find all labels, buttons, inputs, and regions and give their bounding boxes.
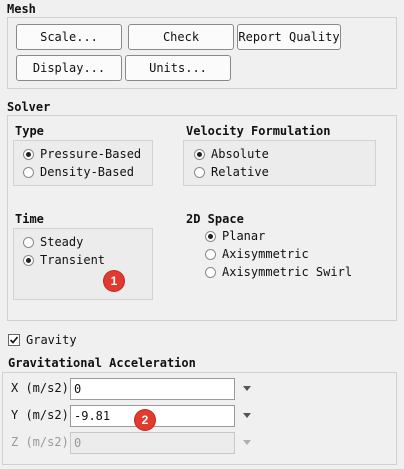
annotation-badge-1: 1 xyxy=(104,271,124,291)
radio-transient[interactable]: Transient xyxy=(23,252,105,268)
radio-label: Axisymmetric Swirl xyxy=(222,265,353,279)
radio-label: Planar xyxy=(222,229,266,243)
z-acceleration-label: Z (m/s2) xyxy=(11,435,69,449)
mesh-panel: Scale... Check Report Quality Display...… xyxy=(7,17,397,89)
radio-selected-icon xyxy=(23,254,34,266)
radio-axisymmetric[interactable]: Axisymmetric xyxy=(205,246,309,262)
2d-space-title: 2D Space xyxy=(186,212,244,226)
report-quality-button[interactable]: Report Quality xyxy=(237,24,341,50)
radio-label: Axisymmetric xyxy=(222,247,309,261)
radio-unselected-icon xyxy=(205,248,216,260)
radio-absolute[interactable]: Absolute xyxy=(194,146,269,162)
gravitational-acceleration-title: Gravitational Acceleration xyxy=(8,356,196,370)
radio-relative[interactable]: Relative xyxy=(194,164,269,180)
time-group-title: Time xyxy=(15,212,44,226)
velocity-formulation-title: Velocity Formulation xyxy=(186,124,331,138)
radio-pressure-based[interactable]: Pressure-Based xyxy=(23,146,141,162)
gravity-label: Gravity xyxy=(26,333,77,347)
radio-selected-icon xyxy=(194,148,205,160)
mesh-section-title: Mesh xyxy=(7,2,36,16)
y-acceleration-label: Y (m/s2) xyxy=(11,408,69,422)
radio-label: Relative xyxy=(211,165,269,179)
radio-label: Density-Based xyxy=(40,165,134,179)
annotation-badge-2: 2 xyxy=(135,410,155,430)
gravity-checkbox[interactable] xyxy=(8,334,20,346)
check-button[interactable]: Check xyxy=(128,24,234,50)
radio-selected-icon xyxy=(23,148,34,160)
x-dropdown-icon[interactable] xyxy=(243,386,251,391)
units-button[interactable]: Units... xyxy=(125,55,231,81)
radio-unselected-icon xyxy=(205,266,216,278)
z-acceleration-input: 0 xyxy=(70,432,235,454)
x-acceleration-label: X (m/s2) xyxy=(11,381,69,395)
solver-section-title: Solver xyxy=(7,100,51,114)
radio-unselected-icon xyxy=(23,166,34,178)
display-button[interactable]: Display... xyxy=(16,55,122,81)
radio-label: Steady xyxy=(40,235,84,249)
scale-button[interactable]: Scale... xyxy=(16,24,122,50)
radio-label: Absolute xyxy=(211,147,269,161)
type-group-title: Type xyxy=(15,124,44,138)
radio-axisymmetric-swirl[interactable]: Axisymmetric Swirl xyxy=(205,264,352,280)
radio-unselected-icon xyxy=(23,236,34,248)
radio-steady[interactable]: Steady xyxy=(23,234,83,250)
z-dropdown-icon xyxy=(243,440,251,445)
radio-selected-icon xyxy=(205,230,216,242)
radio-density-based[interactable]: Density-Based xyxy=(23,164,134,180)
radio-planar[interactable]: Planar xyxy=(205,228,265,244)
x-acceleration-input[interactable]: 0 xyxy=(70,378,235,400)
radio-unselected-icon xyxy=(194,166,205,178)
y-dropdown-icon[interactable] xyxy=(243,413,251,418)
radio-label: Transient xyxy=(40,253,106,267)
radio-label: Pressure-Based xyxy=(40,147,142,161)
checkmark-icon xyxy=(9,336,19,344)
